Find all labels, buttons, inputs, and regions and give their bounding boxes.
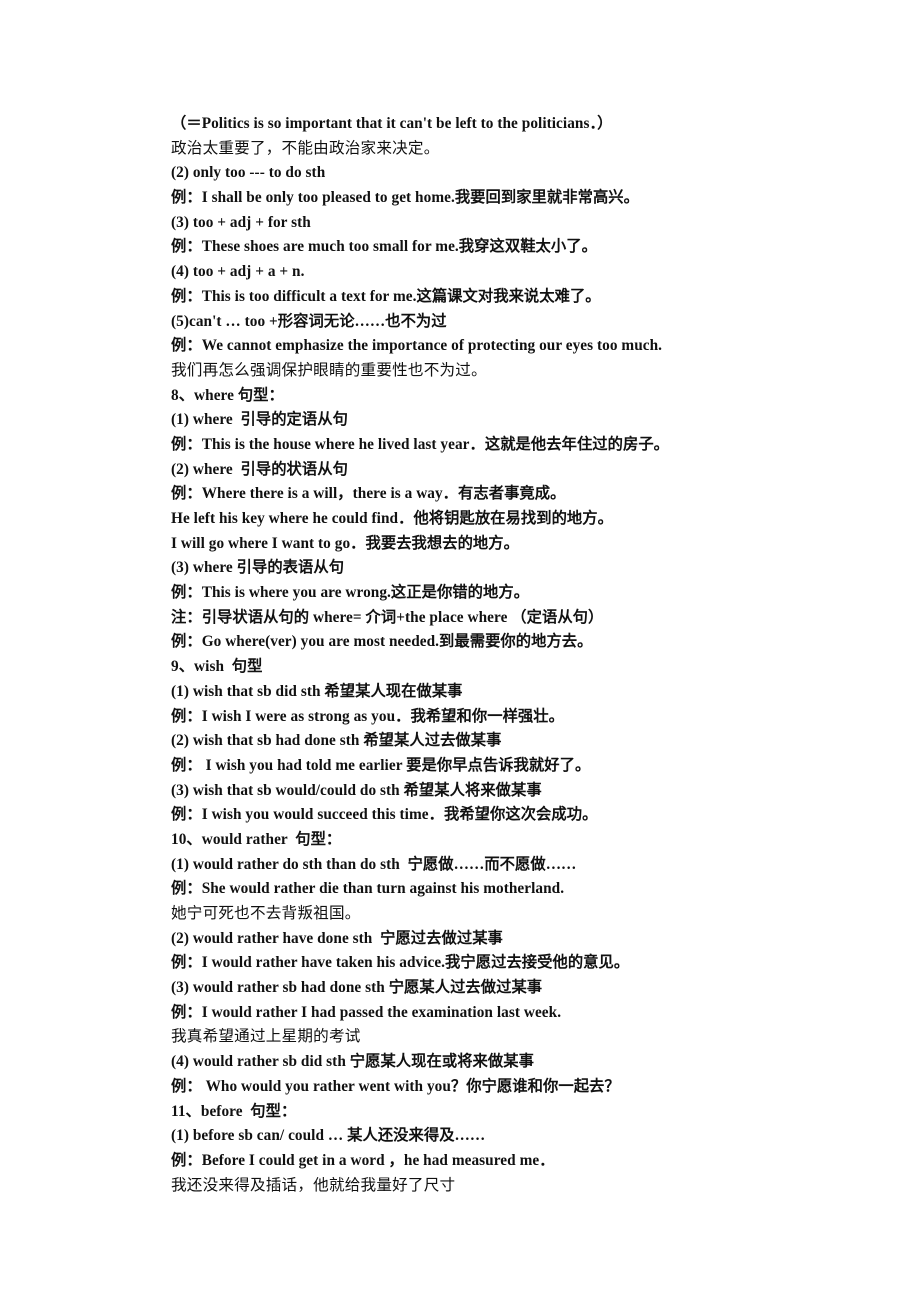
text-line: 8、where 句型：: [171, 386, 284, 404]
document-text-body: （＝Politics is so important that it can't…: [171, 112, 771, 1198]
text-line: 例：We cannot emphasize the importance of …: [171, 337, 663, 355]
text-line: 我真希望通过上星期的考试: [171, 1028, 361, 1046]
text-line: 政治太重要了，不能由政治家来决定。: [171, 139, 440, 157]
text-line: 例：This is the house where he lived last …: [171, 435, 670, 453]
text-line: (1) before sb can/ could … 某人还没来得及……: [171, 1127, 486, 1145]
text-line: 我还没来得及插话，他就给我量好了尺寸: [171, 1176, 456, 1194]
text-line: 我们再怎么强调保护眼睛的重要性也不为过。: [171, 361, 487, 379]
text-line: (2) wish that sb had done sth 希望某人过去做某事: [171, 732, 502, 750]
text-line: (3) too + adj + for sth: [171, 213, 311, 231]
text-line: (3) would rather sb had done sth 宁愿某人过去做…: [171, 979, 543, 997]
text-line: 例：This is too difficult a text for me.这篇…: [171, 287, 601, 305]
text-line: 例： Who would you rather went with you？你宁…: [171, 1077, 620, 1095]
document-page: （＝Politics is so important that it can't…: [0, 0, 920, 1302]
text-line: (1) would rather do sth than do sth 宁愿做……: [171, 855, 577, 873]
text-line: 例：I wish I were as strong as you．我希望和你一样…: [171, 707, 564, 725]
text-line: (2) only too --- to do sth: [171, 164, 326, 182]
text-line: 例：Go where(ver) you are most needed.到最需要…: [171, 633, 593, 651]
text-line: (4) would rather sb did sth 宁愿某人现在或将来做某事: [171, 1053, 534, 1071]
text-line: (3) where 引导的表语从句: [171, 559, 345, 577]
text-line: (2) where 引导的状语从句: [171, 460, 348, 478]
text-line: 10、would rather 句型：: [171, 830, 342, 848]
text-line: 例：I would rather have taken his advice.我…: [171, 954, 630, 972]
text-line: (1) where 引导的定语从句: [171, 411, 348, 429]
text-line: 她宁可死也不去背叛祖国。: [171, 905, 361, 922]
text-line: 例：Before I could get in a word ，he had m…: [171, 1151, 555, 1169]
text-line: 例：I shall be only too pleased to get hom…: [171, 189, 639, 207]
text-line: 11、before 句型：: [171, 1102, 297, 1120]
text-line: 例： I wish you had told me earlier 要是你早点告…: [171, 756, 591, 774]
text-line: 例：Where there is a will，there is a way．有…: [171, 485, 566, 503]
text-line: 9、wish 句型: [171, 658, 263, 676]
text-line: 例：I wish you would succeed this time．我希望…: [171, 806, 598, 824]
text-line: (2) would rather have done sth 宁愿过去做过某事: [171, 929, 503, 947]
text-line: 例：These shoes are much too small for me.…: [171, 238, 597, 256]
text-line: (5)can't … too +形容词无论……也不为过: [171, 312, 447, 330]
text-line: 注：引导状语从句的 where= 介词+the place where （定语从…: [171, 608, 604, 626]
text-line: 例：I would rather I had passed the examin…: [171, 1003, 562, 1021]
text-line: I will go where I want to go．我要去我想去的地方。: [171, 534, 519, 552]
text-line: (1) wish that sb did sth 希望某人现在做某事: [171, 682, 463, 700]
text-line: (4) too + adj + a + n.: [171, 263, 305, 281]
text-line: 例：This is where you are wrong.这正是你错的地方。: [171, 584, 530, 602]
text-line: （＝Politics is so important that it can't…: [171, 115, 613, 132]
text-line: 例：She would rather die than turn against…: [171, 880, 565, 898]
text-line: He left his key where he could find．他将钥匙…: [171, 510, 613, 527]
text-line: (3) wish that sb would/could do sth 希望某人…: [171, 781, 542, 799]
